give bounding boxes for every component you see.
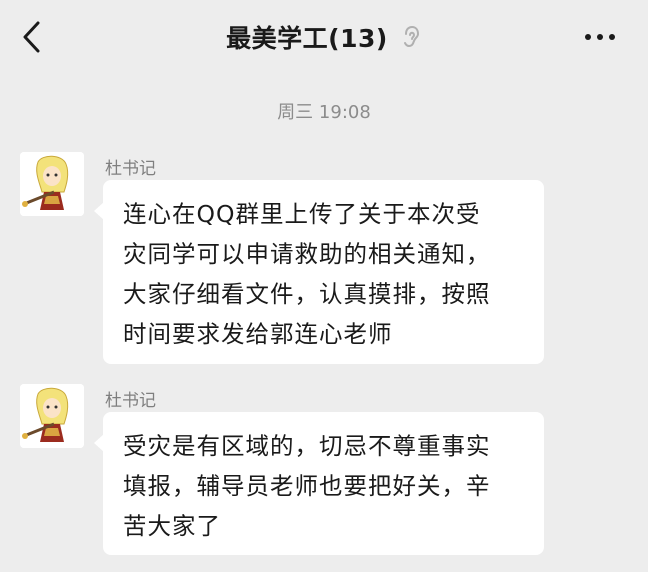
chat-header: 最美学工(13) (0, 0, 648, 74)
sender-name: 杜书记 (105, 391, 156, 411)
sender-name: 杜书记 (105, 159, 156, 179)
more-dots-icon[interactable] (582, 27, 618, 47)
message-bubble[interactable]: 连心在QQ群里上传了关于本次受 灾同学可以申请救助的相关通知， 大家仔细看文件，… (94, 180, 544, 364)
title-wrap: 最美学工(13) (0, 0, 648, 74)
message-timestamp: 周三 19:08 (277, 102, 371, 123)
message-line: 灾同学可以申请救助的相关通知， (123, 240, 491, 268)
chat-title: 最美学工(13) (226, 24, 388, 53)
avatar[interactable] (20, 152, 84, 216)
message-bubble[interactable]: 受灾是有区域的，切忌不尊重事实 填报，辅导员老师也要把好关，辛 苦大家了 (94, 412, 544, 555)
avatar[interactable] (20, 384, 84, 448)
message-line: 苦大家了 (123, 512, 221, 540)
message-line: 受灾是有区域的，切忌不尊重事实 (123, 432, 491, 460)
ear-icon (403, 25, 419, 48)
message-line: 填报，辅导员老师也要把好关，辛 (123, 472, 491, 500)
avatar-cartoon-icon (20, 152, 84, 216)
message-line: 连心在QQ群里上传了关于本次受 (123, 200, 481, 228)
message-line: 时间要求发给郭连心老师 (123, 320, 393, 348)
avatar-cartoon-icon (20, 384, 84, 448)
message-line: 大家仔细看文件，认真摸排，按照 (123, 280, 491, 308)
